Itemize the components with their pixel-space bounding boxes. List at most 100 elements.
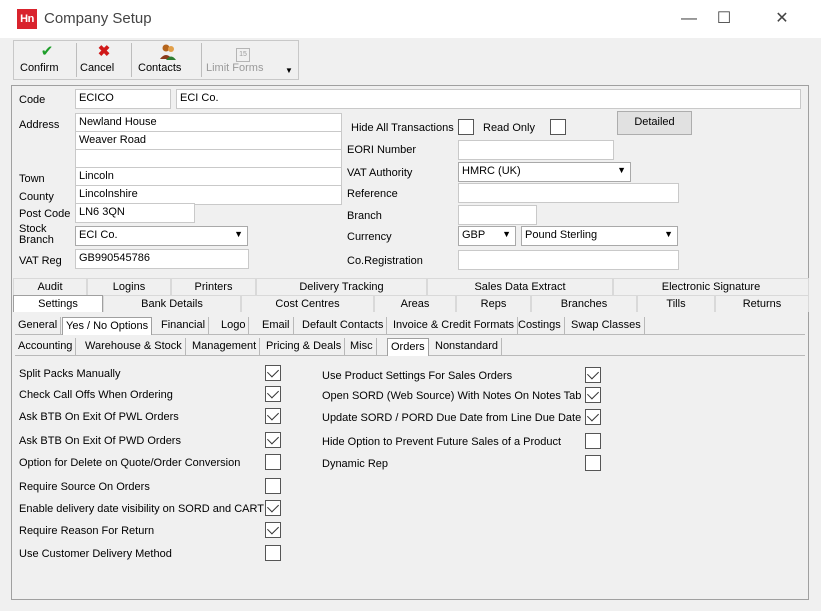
contacts-label: Contacts	[138, 62, 182, 74]
chevron-down-icon: ▼	[664, 229, 673, 239]
subtab-orders[interactable]: Orders	[387, 338, 429, 356]
check-icon	[586, 409, 600, 422]
subtab-yes-no-options[interactable]: Yes / No Options	[62, 317, 153, 335]
tab-delivery-tracking[interactable]: Delivery Tracking	[256, 278, 427, 295]
left-option-label: Require Source On Orders	[19, 481, 150, 493]
tab-areas[interactable]: Areas	[374, 295, 456, 312]
subtab-nonstandard[interactable]: Nonstandard	[432, 338, 502, 356]
vat-reg-input[interactable]: GB990545786	[75, 249, 249, 269]
company-name-input[interactable]: ECI Co.	[176, 89, 801, 109]
left-option-checkbox[interactable]	[265, 522, 281, 538]
read-only-checkbox[interactable]	[550, 119, 566, 135]
currency-code-select[interactable]: GBP ▼	[458, 226, 516, 246]
postcode-input[interactable]: LN6 3QN	[75, 203, 195, 223]
left-option-checkbox[interactable]	[265, 432, 281, 448]
co-registration-input[interactable]	[458, 250, 679, 270]
tab-returns[interactable]: Returns	[715, 295, 809, 312]
currency-name-select[interactable]: Pound Sterling ▼	[521, 226, 678, 246]
check-icon	[266, 408, 280, 421]
right-option-checkbox[interactable]	[585, 387, 601, 403]
address-line1-input[interactable]: Newland House	[75, 113, 342, 133]
tab-electronic-signature[interactable]: Electronic Signature	[613, 278, 809, 295]
right-option-checkbox[interactable]	[585, 409, 601, 425]
contacts-button[interactable]: Contacts	[138, 41, 198, 79]
co-registration-label: Co.Registration	[347, 255, 423, 267]
toolbar-dropdown-icon[interactable]: ▼	[285, 66, 293, 75]
tab-settings[interactable]: Settings	[13, 295, 103, 312]
right-option-label: Hide Option to Prevent Future Sales of a…	[322, 436, 562, 448]
subtab-email[interactable]: Email	[259, 317, 294, 335]
hide-all-transactions-checkbox[interactable]	[458, 119, 474, 135]
check-icon	[266, 386, 280, 399]
cancel-button[interactable]: ✖ Cancel	[80, 41, 128, 79]
chevron-down-icon: ▼	[234, 229, 243, 239]
subtab-management[interactable]: Management	[189, 338, 261, 356]
left-option-checkbox[interactable]	[265, 545, 281, 561]
eori-input[interactable]	[458, 140, 614, 160]
subtab-row-1: General Yes / No Options Financial Logo …	[15, 317, 805, 335]
stock-branch-select[interactable]: ECI Co. ▼	[75, 226, 248, 246]
subtab-warehouse-stock[interactable]: Warehouse & Stock	[82, 338, 186, 356]
left-option-checkbox[interactable]	[265, 478, 281, 494]
tab-bank-details[interactable]: Bank Details	[103, 295, 241, 312]
check-icon	[266, 522, 280, 535]
county-input[interactable]: Lincolnshire	[75, 185, 342, 205]
subtab-accounting[interactable]: Accounting	[15, 338, 77, 356]
contacts-icon	[138, 41, 198, 61]
tab-reps[interactable]: Reps	[456, 295, 531, 312]
code-label: Code	[19, 94, 46, 106]
tab-row-1: Audit Logins Printers Delivery Tracking …	[13, 278, 809, 295]
right-option-checkbox[interactable]	[585, 367, 601, 383]
maximize-button[interactable]: ☐	[701, 4, 747, 34]
confirm-label: Confirm	[20, 62, 59, 74]
left-option-checkbox[interactable]	[265, 386, 281, 402]
left-option-checkbox[interactable]	[265, 454, 281, 470]
town-input[interactable]: Lincoln	[75, 167, 342, 187]
subtab-invoice-credit-formats[interactable]: Invoice & Credit Formats	[390, 317, 519, 335]
tab-cost-centres[interactable]: Cost Centres	[241, 295, 374, 312]
right-option-label: Dynamic Rep	[322, 458, 389, 470]
code-input[interactable]: ECICO	[75, 89, 171, 109]
left-option-checkbox[interactable]	[265, 408, 281, 424]
close-button[interactable]: ✕	[759, 4, 805, 34]
cross-icon: ✖	[97, 43, 111, 60]
subtab-swap-classes[interactable]: Swap Classes	[568, 317, 645, 335]
branch-label: Branch	[347, 210, 382, 222]
subtab-misc[interactable]: Misc	[347, 338, 377, 356]
address-line2-input[interactable]: Weaver Road	[75, 131, 342, 151]
limit-forms-button[interactable]: 15 Limit Forms	[206, 41, 280, 79]
town-label: Town	[19, 173, 45, 185]
detailed-button[interactable]: Detailed	[617, 111, 692, 135]
chevron-down-icon: ▼	[617, 165, 626, 175]
check-icon	[586, 387, 600, 400]
subtab-general[interactable]: General	[15, 317, 62, 335]
right-option-checkbox[interactable]	[585, 433, 601, 449]
left-option-label: Use Customer Delivery Method	[19, 548, 172, 560]
tab-logins[interactable]: Logins	[87, 278, 171, 295]
subtab-logo[interactable]: Logo	[218, 317, 250, 335]
read-only-label: Read Only	[483, 122, 535, 134]
left-option-label: Ask BTB On Exit Of PWL Orders	[19, 411, 179, 423]
reference-input[interactable]	[458, 183, 679, 203]
address-line3-input[interactable]	[75, 149, 342, 169]
branch-input[interactable]	[458, 205, 537, 225]
tab-audit[interactable]: Audit	[13, 278, 87, 295]
subtab-default-contacts[interactable]: Default Contacts	[299, 317, 388, 335]
subtab-costings[interactable]: Costings	[515, 317, 565, 335]
check-icon	[266, 500, 280, 513]
tab-branches[interactable]: Branches	[531, 295, 637, 312]
vat-authority-select[interactable]: HMRC (UK) ▼	[458, 162, 631, 182]
right-option-label: Use Product Settings For Sales Orders	[322, 370, 513, 382]
check-icon	[586, 367, 600, 380]
right-option-checkbox[interactable]	[585, 455, 601, 471]
tab-sales-data-extract[interactable]: Sales Data Extract	[427, 278, 613, 295]
subtab-pricing-deals[interactable]: Pricing & Deals	[263, 338, 346, 356]
tab-printers[interactable]: Printers	[171, 278, 256, 295]
left-option-checkbox[interactable]	[265, 365, 281, 381]
tab-tills[interactable]: Tills	[637, 295, 715, 312]
subtab-financial[interactable]: Financial	[158, 317, 210, 335]
calendar-icon: 15	[206, 41, 280, 62]
settings-panel: Code ECICO ECI Co. Address Newland House…	[11, 85, 809, 600]
left-option-checkbox[interactable]	[265, 500, 281, 516]
confirm-button[interactable]: ✔ Confirm	[20, 41, 74, 79]
